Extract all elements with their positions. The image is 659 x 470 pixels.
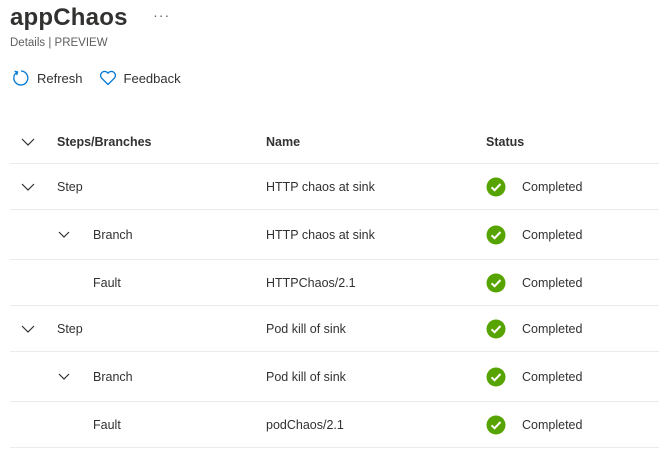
steps-table: Steps/Branches Name Status Step HTTP cha… [10, 120, 659, 448]
row-name: podChaos/2.1 [266, 417, 344, 432]
status-text: Completed [522, 369, 583, 384]
feedback-label: Feedback [123, 70, 181, 86]
refresh-label: Refresh [37, 70, 83, 86]
table-row[interactable]: Fault podChaos/2.1 Completed [10, 402, 659, 448]
status-text: Completed [522, 417, 583, 432]
success-check-icon [486, 273, 506, 292]
success-check-icon [486, 415, 506, 434]
status-text: Completed [522, 227, 583, 242]
collapse-all-chevron-down-icon[interactable] [20, 134, 36, 150]
row-type: Fault [93, 417, 121, 432]
success-check-icon [486, 319, 506, 338]
title-row: appChaos ··· [10, 4, 172, 32]
table-row[interactable]: Branch Pod kill of sink Completed [10, 352, 659, 402]
row-type: Step [57, 321, 83, 336]
toolbar: Refresh Feedback [12, 66, 195, 90]
table-header-row: Steps/Branches Name Status [10, 120, 659, 164]
row-type: Step [57, 179, 83, 194]
page: appChaos ··· Details | PREVIEW Refresh F… [0, 0, 659, 470]
table-row[interactable]: Step Pod kill of sink Completed [10, 306, 659, 352]
expand-branch-chevron-down-icon[interactable] [56, 227, 72, 243]
row-name: Pod kill of sink [266, 369, 346, 384]
column-header-status[interactable]: Status [486, 135, 524, 149]
row-name: HTTPChaos/2.1 [266, 275, 356, 290]
row-name: Pod kill of sink [266, 321, 346, 336]
column-header-name[interactable]: Name [266, 135, 486, 149]
success-check-icon [486, 177, 506, 196]
expand-branch-chevron-down-icon[interactable] [56, 369, 72, 385]
row-name: HTTP chaos at sink [266, 227, 375, 242]
row-type: Branch [93, 227, 133, 242]
refresh-icon [12, 69, 30, 87]
more-options-button[interactable]: ··· [152, 5, 172, 25]
table-row[interactable]: Fault HTTPChaos/2.1 Completed [10, 260, 659, 306]
table-row[interactable]: Branch HTTP chaos at sink Completed [10, 210, 659, 260]
success-check-icon [486, 225, 506, 244]
heart-icon [99, 70, 117, 86]
column-header-steps[interactable]: Steps/Branches [46, 135, 266, 149]
feedback-button[interactable]: Feedback [99, 66, 181, 90]
status-text: Completed [522, 179, 583, 194]
status-text: Completed [522, 321, 583, 336]
row-type: Branch [93, 369, 133, 384]
table-row[interactable]: Step HTTP chaos at sink Completed [10, 164, 659, 210]
expand-step-chevron-down-icon[interactable] [20, 321, 36, 337]
page-title: appChaos [10, 4, 128, 31]
success-check-icon [486, 367, 506, 386]
page-subtitle: Details | PREVIEW [10, 37, 108, 49]
refresh-button[interactable]: Refresh [12, 66, 83, 90]
row-type: Fault [93, 275, 121, 290]
status-text: Completed [522, 275, 583, 290]
row-name: HTTP chaos at sink [266, 179, 375, 194]
expand-step-chevron-down-icon[interactable] [20, 179, 36, 195]
